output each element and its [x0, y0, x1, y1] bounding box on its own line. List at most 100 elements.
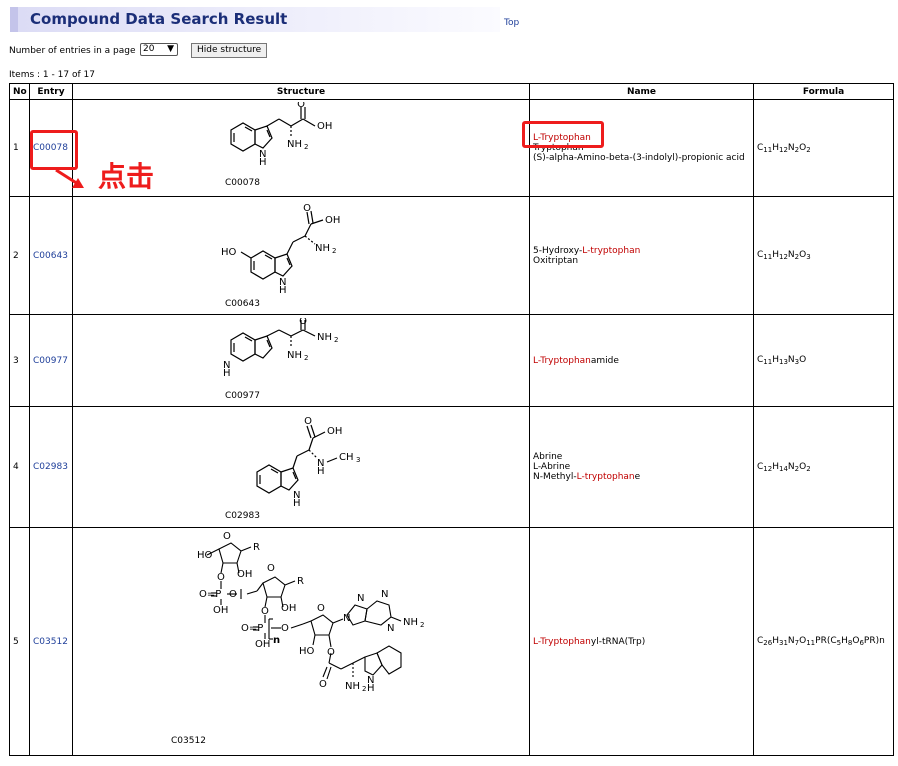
- table-row: 2 C00643 O OH NH 2 HO N H C00643 5-Hydro…: [9, 196, 894, 315]
- table-row: 4 C02983 O OH N H CH 3 N H C02983 Abrine…: [9, 406, 894, 528]
- svg-text:N: N: [381, 589, 388, 600]
- svg-text:O: O: [304, 416, 312, 427]
- structure-cell: HO OR O OH O=P O OH OR O OH O=P O n OH O HO O…: [72, 527, 530, 756]
- header-structure: Structure: [72, 83, 530, 100]
- svg-text:O: O: [319, 679, 327, 690]
- svg-text:O=P: O=P: [199, 589, 221, 600]
- header-no: No: [9, 83, 30, 100]
- name-part[interactable]: L-Tryptophan: [533, 637, 591, 647]
- structure-label: C00078: [225, 178, 260, 188]
- formula-cell: C12H14N2O2: [753, 406, 894, 528]
- entry-link[interactable]: C02983: [33, 462, 68, 472]
- svg-text:2: 2: [304, 354, 308, 362]
- formula-cell: C11H12N2O2: [753, 99, 894, 197]
- svg-text:NH: NH: [315, 243, 330, 254]
- formula-cell: C11H12N2O3: [753, 196, 894, 315]
- formula-cell: C26H31N7O11PR(C5H8O6PR)n: [753, 527, 894, 756]
- structure-cell: O OH N H CH 3 NH C02983: [72, 406, 530, 528]
- top-link[interactable]: Top: [504, 18, 519, 28]
- row-number: 2: [9, 196, 30, 315]
- row-number: 3: [9, 314, 30, 407]
- svg-text:O: O: [317, 603, 325, 614]
- svg-text:N: N: [357, 593, 364, 604]
- svg-text:OH: OH: [327, 426, 342, 437]
- row-number: 5: [9, 527, 30, 756]
- header-formula: Formula: [753, 83, 894, 100]
- svg-text:O: O: [297, 102, 305, 110]
- structure-c03512-image[interactable]: HO OR O OH O=P O OH OR O OH O=P O n OH O HO O…: [151, 531, 451, 753]
- svg-text:2: 2: [334, 336, 338, 344]
- svg-text:NH: NH: [317, 332, 332, 343]
- name-part: Abrine: [533, 452, 563, 462]
- name-part: (S)-alpha-Amino-beta-(3-indolyl)-propion…: [533, 153, 745, 163]
- svg-text:O: O: [281, 623, 289, 634]
- svg-text:H: H: [279, 285, 287, 296]
- structure-label: C00643: [225, 299, 260, 309]
- svg-text:O=P: O=P: [241, 623, 263, 634]
- highlight-box-name: [522, 121, 604, 148]
- entry-link[interactable]: C00977: [33, 356, 68, 366]
- svg-text:R: R: [297, 576, 304, 587]
- name-part: L-Abrine: [533, 462, 571, 472]
- svg-text:O: O: [303, 203, 311, 214]
- hide-structure-button[interactable]: Hide structure: [191, 43, 268, 58]
- svg-text:2: 2: [332, 247, 336, 255]
- structure-cell: O OH NH 2 HO NH C00643: [72, 196, 530, 315]
- structure-c02983-image[interactable]: O OH N H CH 3 NH C02983: [201, 410, 401, 525]
- entry-link[interactable]: C03512: [33, 637, 68, 647]
- name-cell: Abrine L-Abrine N-Methyl-L-tryptophane: [529, 406, 754, 528]
- svg-text:HO: HO: [299, 646, 315, 657]
- table-row: 3 C00977 O NH 2 NH 2 N H C00977 L-Trypto…: [9, 314, 894, 407]
- svg-text:N: N: [387, 623, 394, 634]
- table-header-row: No Entry Structure Name Formula: [9, 83, 894, 100]
- name-part[interactable]: L-tryptophan: [582, 246, 640, 256]
- svg-text:HO: HO: [197, 550, 213, 561]
- structure-cell: O NH 2 NH 2 NH C00977: [72, 314, 530, 407]
- entries-per-page-select[interactable]: 20 ▼: [140, 43, 178, 56]
- name-part[interactable]: L-tryptophan: [577, 472, 635, 482]
- svg-text:NH: NH: [345, 681, 360, 692]
- entry-link[interactable]: C00643: [33, 251, 68, 261]
- svg-text:2: 2: [362, 685, 366, 693]
- annotation-click-text: 点击: [98, 160, 155, 193]
- header-name: Name: [529, 83, 754, 100]
- svg-text:NH: NH: [403, 617, 418, 628]
- svg-text:OH: OH: [325, 215, 340, 226]
- svg-text:NH: NH: [287, 350, 302, 361]
- svg-text:O: O: [223, 531, 231, 542]
- svg-text:OH: OH: [255, 639, 270, 650]
- chevron-down-icon: ▼: [167, 44, 174, 54]
- structure-c00643-image[interactable]: O OH NH 2 HO NH C00643: [201, 200, 401, 312]
- svg-text:OH: OH: [213, 605, 228, 616]
- svg-text:H: H: [259, 157, 267, 168]
- structure-label: C00977: [225, 391, 260, 401]
- table-row: 5 C03512 HO O R O OH O=P O OH O R O OH O…: [9, 527, 894, 756]
- svg-text:n: n: [273, 635, 280, 646]
- svg-text:CH: CH: [339, 452, 354, 463]
- name-part: yl-tRNA(Trp): [590, 636, 646, 647]
- svg-text:H: H: [223, 368, 231, 379]
- name-part[interactable]: L-Tryptophan: [533, 356, 591, 366]
- svg-text:O: O: [327, 647, 335, 658]
- structure-c00078-image[interactable]: O OH NH 2 NH C00078: [201, 102, 401, 194]
- structure-label: C02983: [225, 511, 260, 521]
- name-part: e: [634, 472, 641, 482]
- svg-text:3: 3: [356, 456, 360, 464]
- svg-text:NH: NH: [287, 139, 302, 150]
- svg-text:OH: OH: [281, 603, 296, 614]
- svg-text:O: O: [217, 572, 225, 583]
- svg-text:O: O: [299, 318, 307, 327]
- formula-cell: C11H13N3O: [753, 314, 894, 407]
- page-title: Compound Data Search Result: [30, 10, 288, 28]
- entries-per-page-value: 20: [143, 44, 155, 54]
- svg-text:OH: OH: [317, 121, 332, 132]
- name-cell: 5-Hydroxy-L-tryptophan Oxitriptan: [529, 196, 754, 315]
- header-entry: Entry: [29, 83, 73, 100]
- items-count: Items : 1 - 17 of 17: [9, 70, 95, 80]
- svg-text:R: R: [253, 542, 260, 553]
- name-cell: L-Tryptophanyl-tRNA(Trp): [529, 527, 754, 756]
- structure-c00977-image[interactable]: O NH 2 NH 2 NH C00977: [201, 318, 401, 404]
- svg-text:2: 2: [420, 621, 424, 629]
- svg-text:H: H: [293, 498, 301, 509]
- name-part: N-Methyl-: [533, 472, 577, 482]
